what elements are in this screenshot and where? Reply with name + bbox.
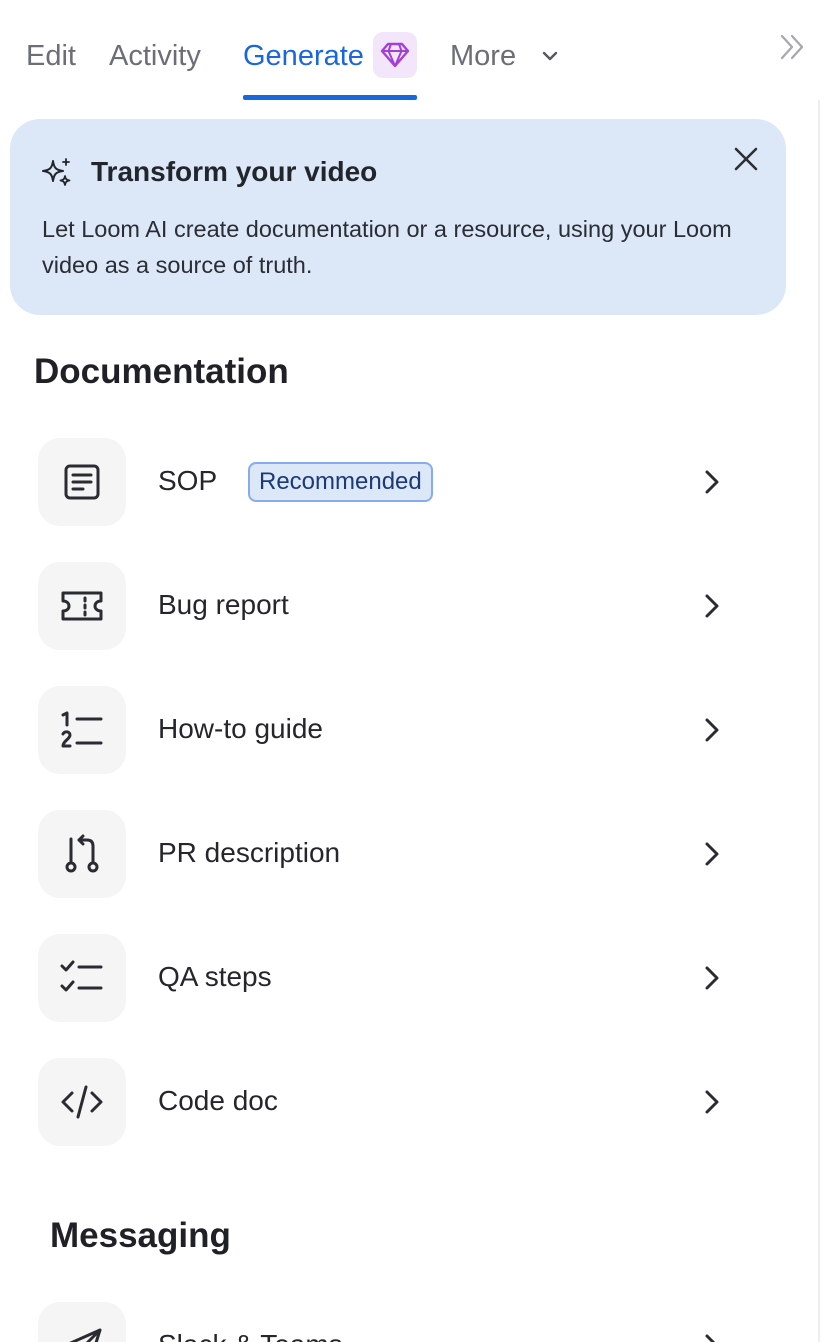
- chevron-right-icon: [705, 966, 719, 990]
- doc-item-sop[interactable]: SOP Recommended: [38, 438, 738, 528]
- tab-more[interactable]: More: [450, 36, 516, 76]
- chevron-right-icon: [705, 1334, 716, 1342]
- tab-bar: Edit Activity Generate More: [0, 0, 826, 104]
- checklist-icon: [38, 934, 126, 1022]
- doc-item-label: How-to guide: [158, 713, 323, 744]
- panel-divider: [818, 100, 820, 1342]
- ai-sparkle-icon: [42, 158, 71, 186]
- doc-item-label: PR description: [158, 837, 341, 868]
- tab-generate[interactable]: Generate: [243, 36, 364, 76]
- document-icon: [38, 438, 126, 526]
- recommended-badge: Recommended: [248, 462, 433, 502]
- chevron-down-icon[interactable]: [540, 46, 560, 66]
- banner-description: Let Loom AI create documentation or a re…: [42, 216, 732, 278]
- doc-item-label: Bug report: [158, 589, 289, 620]
- banner-title: Transform your video: [91, 156, 378, 187]
- send-icon: [38, 1302, 126, 1342]
- tab-edit[interactable]: Edit: [26, 36, 76, 76]
- pull-request-icon: [38, 810, 126, 898]
- chevron-right-icon: [705, 1090, 719, 1114]
- msg-item-slack-teams[interactable]: Slack & Teams: [38, 1302, 738, 1342]
- chevron-right-icon: [705, 594, 719, 618]
- active-tab-indicator: [243, 95, 417, 100]
- doc-item-qa-steps[interactable]: QA steps: [38, 934, 738, 1024]
- doc-item-code-doc[interactable]: Code doc: [38, 1058, 738, 1148]
- ticket-icon: [38, 562, 126, 650]
- doc-item-bug-report[interactable]: Bug report: [38, 562, 738, 652]
- doc-item-label: SOP: [158, 465, 218, 496]
- doc-item-how-to-guide[interactable]: How-to guide: [38, 686, 738, 776]
- code-icon: [38, 1058, 126, 1146]
- transform-video-banner: Transform your video Let Loom AI create …: [10, 119, 786, 315]
- chevron-right-icon: [705, 842, 719, 866]
- numbered-list-icon: [38, 686, 126, 774]
- doc-item-pr-description[interactable]: PR description: [38, 810, 738, 900]
- msg-item-label: Slack & Teams: [158, 1324, 343, 1342]
- close-icon[interactable]: [730, 143, 762, 175]
- tab-activity[interactable]: Activity: [109, 36, 201, 76]
- premium-gem-icon: [373, 32, 417, 78]
- chevron-right-icon: [705, 470, 719, 494]
- collapse-panel-icon[interactable]: [778, 32, 808, 62]
- chevron-right-icon: [705, 718, 719, 742]
- doc-item-label: Code doc: [158, 1085, 278, 1116]
- doc-item-label: QA steps: [158, 961, 272, 992]
- messaging-heading: Messaging: [50, 1216, 231, 1255]
- documentation-heading: Documentation: [34, 352, 289, 391]
